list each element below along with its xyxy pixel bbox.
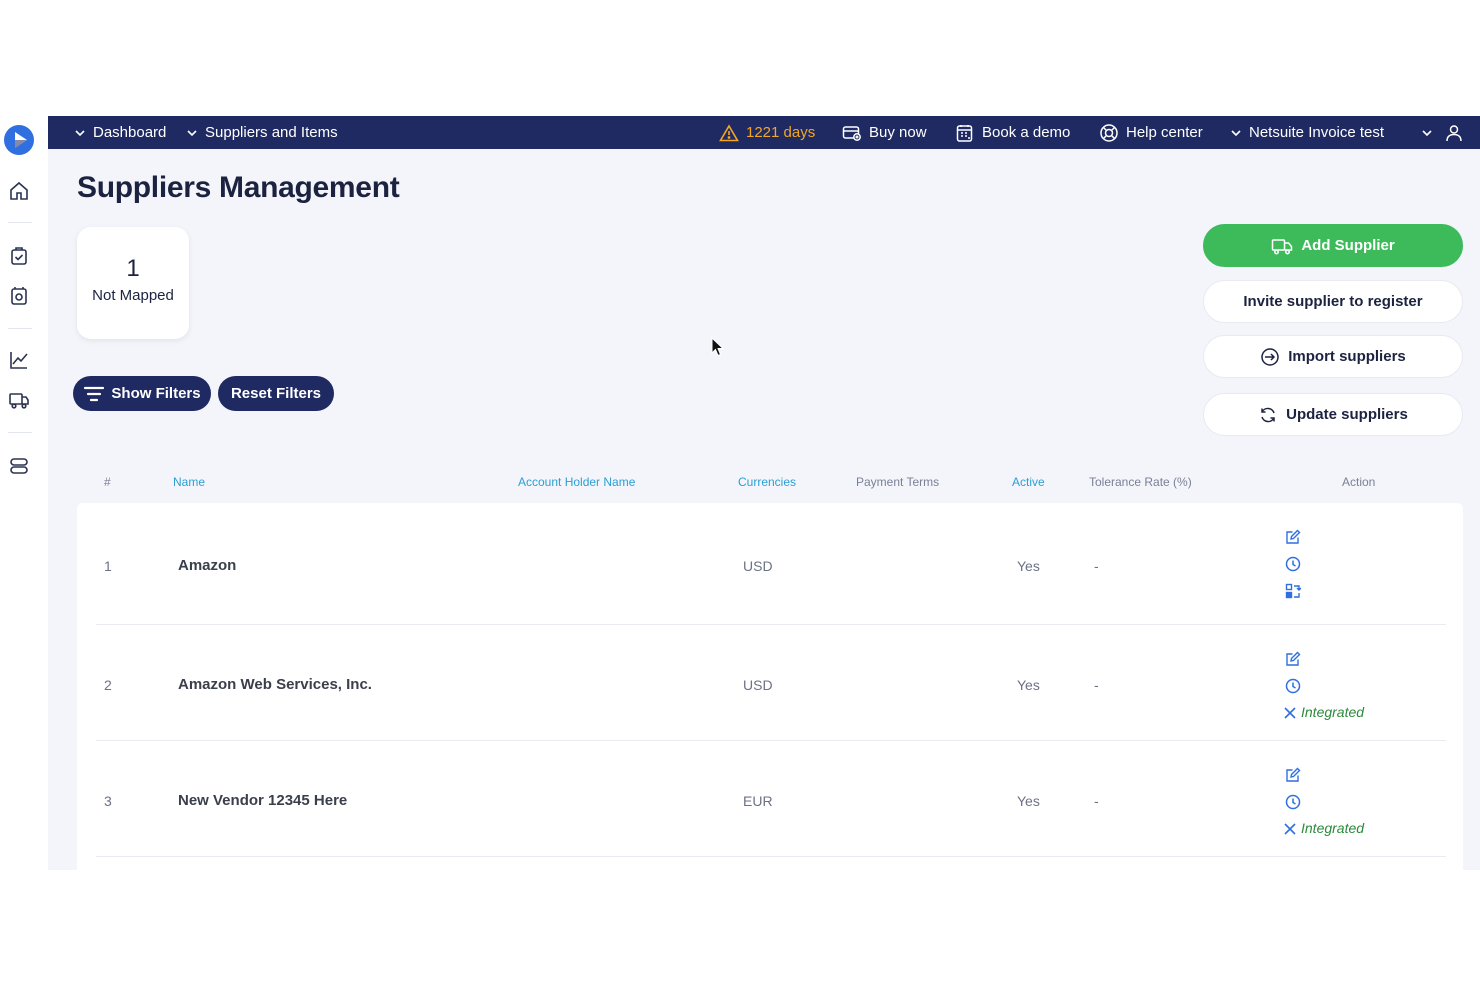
truck-icon[interactable]: [8, 389, 30, 411]
col-header-action: Action: [1342, 475, 1376, 489]
supplier-active: Yes: [1017, 677, 1040, 693]
company-name: Netsuite Invoice test: [1249, 124, 1385, 141]
nav-suppliers-items[interactable]: Suppliers and Items: [186, 116, 338, 149]
top-navbar: Dashboard Suppliers and Items 1221 days …: [48, 116, 1480, 149]
supplier-currency: EUR: [743, 793, 773, 809]
buy-now-button[interactable]: Buy now: [842, 116, 927, 149]
table-row[interactable]: 1 Amazon USD Yes -: [96, 503, 1446, 625]
col-header-tolerance: Tolerance Rate (%): [1089, 475, 1192, 489]
nav-dashboard-label: Dashboard: [93, 124, 167, 141]
not-mapped-count: 1: [126, 255, 140, 282]
supplier-currency: USD: [743, 677, 773, 693]
user-icon: [1446, 124, 1462, 141]
col-header-account-holder[interactable]: Account Holder Name: [518, 475, 635, 489]
user-menu[interactable]: [1421, 116, 1464, 149]
chevron-down-icon: [187, 129, 197, 136]
sidebar: [0, 116, 48, 870]
chevron-down-icon: [1231, 129, 1241, 136]
home-icon[interactable]: [8, 180, 30, 202]
book-demo-label: Book a demo: [982, 124, 1071, 141]
invite-supplier-button[interactable]: Invite supplier to register: [1203, 280, 1463, 323]
chevron-down-icon: [1422, 129, 1432, 136]
clipboard-check-icon[interactable]: [8, 245, 30, 267]
sidebar-divider: [8, 328, 32, 329]
show-filters-label: Show Filters: [111, 385, 201, 402]
history-clock-icon[interactable]: [1285, 556, 1301, 572]
credit-card-icon: [842, 125, 861, 141]
refresh-icon: [1261, 407, 1275, 422]
tolerance-rate: -: [1094, 558, 1099, 574]
not-mapped-card[interactable]: 1 Not Mapped: [77, 227, 189, 339]
reset-filters-label: Reset Filters: [230, 385, 322, 402]
sidebar-divider: [8, 222, 32, 223]
supplier-active: Yes: [1017, 793, 1040, 809]
tolerance-rate: -: [1094, 677, 1099, 693]
book-demo-button[interactable]: Book a demo: [955, 116, 1070, 149]
invite-supplier-label: Invite supplier to register: [1243, 293, 1423, 310]
sidebar-divider: [8, 432, 32, 433]
add-supplier-label: Add Supplier: [1301, 237, 1395, 254]
import-icon: [1261, 347, 1279, 366]
edit-icon[interactable]: [1285, 529, 1301, 545]
unlink-x-icon[interactable]: [1283, 706, 1297, 720]
table-row[interactable]: 3 New Vendor 12345 Here EUR Yes - Integr…: [96, 741, 1446, 857]
unlink-x-icon[interactable]: [1283, 822, 1297, 836]
invoice-icon[interactable]: [8, 285, 30, 307]
edit-icon[interactable]: [1285, 651, 1301, 667]
integration-status: Integrated: [1301, 820, 1365, 836]
trial-warning[interactable]: 1221 days: [719, 116, 815, 149]
col-header-currencies[interactable]: Currencies: [738, 475, 796, 489]
import-suppliers-button[interactable]: Import suppliers: [1203, 335, 1463, 378]
row-index: 3: [104, 793, 112, 809]
supplier-currency: USD: [743, 558, 773, 574]
trial-days-text: 1221 days: [746, 124, 816, 141]
history-clock-icon[interactable]: [1285, 678, 1301, 694]
col-header-index: #: [104, 475, 111, 489]
integration-status: Integrated: [1301, 704, 1365, 720]
col-header-active[interactable]: Active: [1012, 475, 1045, 489]
update-suppliers-label: Update suppliers: [1286, 406, 1408, 423]
supplier-active: Yes: [1017, 558, 1040, 574]
app-frame: Dashboard Suppliers and Items 1221 days …: [0, 116, 1480, 870]
not-mapped-label: Not Mapped: [92, 287, 174, 304]
reset-filters-button[interactable]: Reset Filters: [218, 376, 334, 411]
buy-now-label: Buy now: [869, 124, 927, 141]
table-row[interactable]: 2 Amazon Web Services, Inc. USD Yes - In…: [96, 625, 1446, 741]
suppliers-table-body: 1 Amazon USD Yes - 2 Amazon Web Services…: [77, 503, 1463, 870]
supplier-name[interactable]: Amazon: [178, 557, 236, 574]
supplier-name[interactable]: Amazon Web Services, Inc.: [178, 676, 372, 693]
mapping-icon[interactable]: [1285, 583, 1302, 599]
warning-icon: [719, 123, 739, 141]
chevron-down-icon: [75, 129, 85, 136]
nav-dashboard[interactable]: Dashboard: [74, 116, 166, 149]
show-filters-button[interactable]: Show Filters: [73, 376, 211, 411]
chart-line-icon[interactable]: [8, 349, 30, 371]
page-title: Suppliers Management: [77, 171, 400, 204]
supplier-name[interactable]: New Vendor 12345 Here: [178, 792, 347, 809]
mouse-cursor-icon: [711, 336, 725, 362]
col-header-name[interactable]: Name: [173, 475, 205, 489]
history-clock-icon[interactable]: [1285, 794, 1301, 810]
truck-icon: [1272, 238, 1293, 254]
server-icon[interactable]: [8, 455, 30, 477]
update-suppliers-button[interactable]: Update suppliers: [1203, 393, 1463, 436]
company-selector[interactable]: Netsuite Invoice test: [1230, 116, 1384, 149]
import-suppliers-label: Import suppliers: [1288, 348, 1406, 365]
add-supplier-button[interactable]: Add Supplier: [1203, 224, 1463, 267]
filter-icon: [84, 386, 105, 401]
calendar-icon: [956, 124, 973, 142]
edit-icon[interactable]: [1285, 767, 1301, 783]
lifebuoy-icon: [1100, 123, 1118, 142]
app-logo-icon[interactable]: [4, 125, 34, 155]
tolerance-rate: -: [1094, 793, 1099, 809]
help-center-label: Help center: [1126, 124, 1203, 141]
row-index: 2: [104, 677, 112, 693]
row-index: 1: [104, 558, 112, 574]
help-center-button[interactable]: Help center: [1099, 116, 1203, 149]
nav-suppliers-items-label: Suppliers and Items: [205, 124, 338, 141]
col-header-payment-terms: Payment Terms: [856, 475, 940, 489]
